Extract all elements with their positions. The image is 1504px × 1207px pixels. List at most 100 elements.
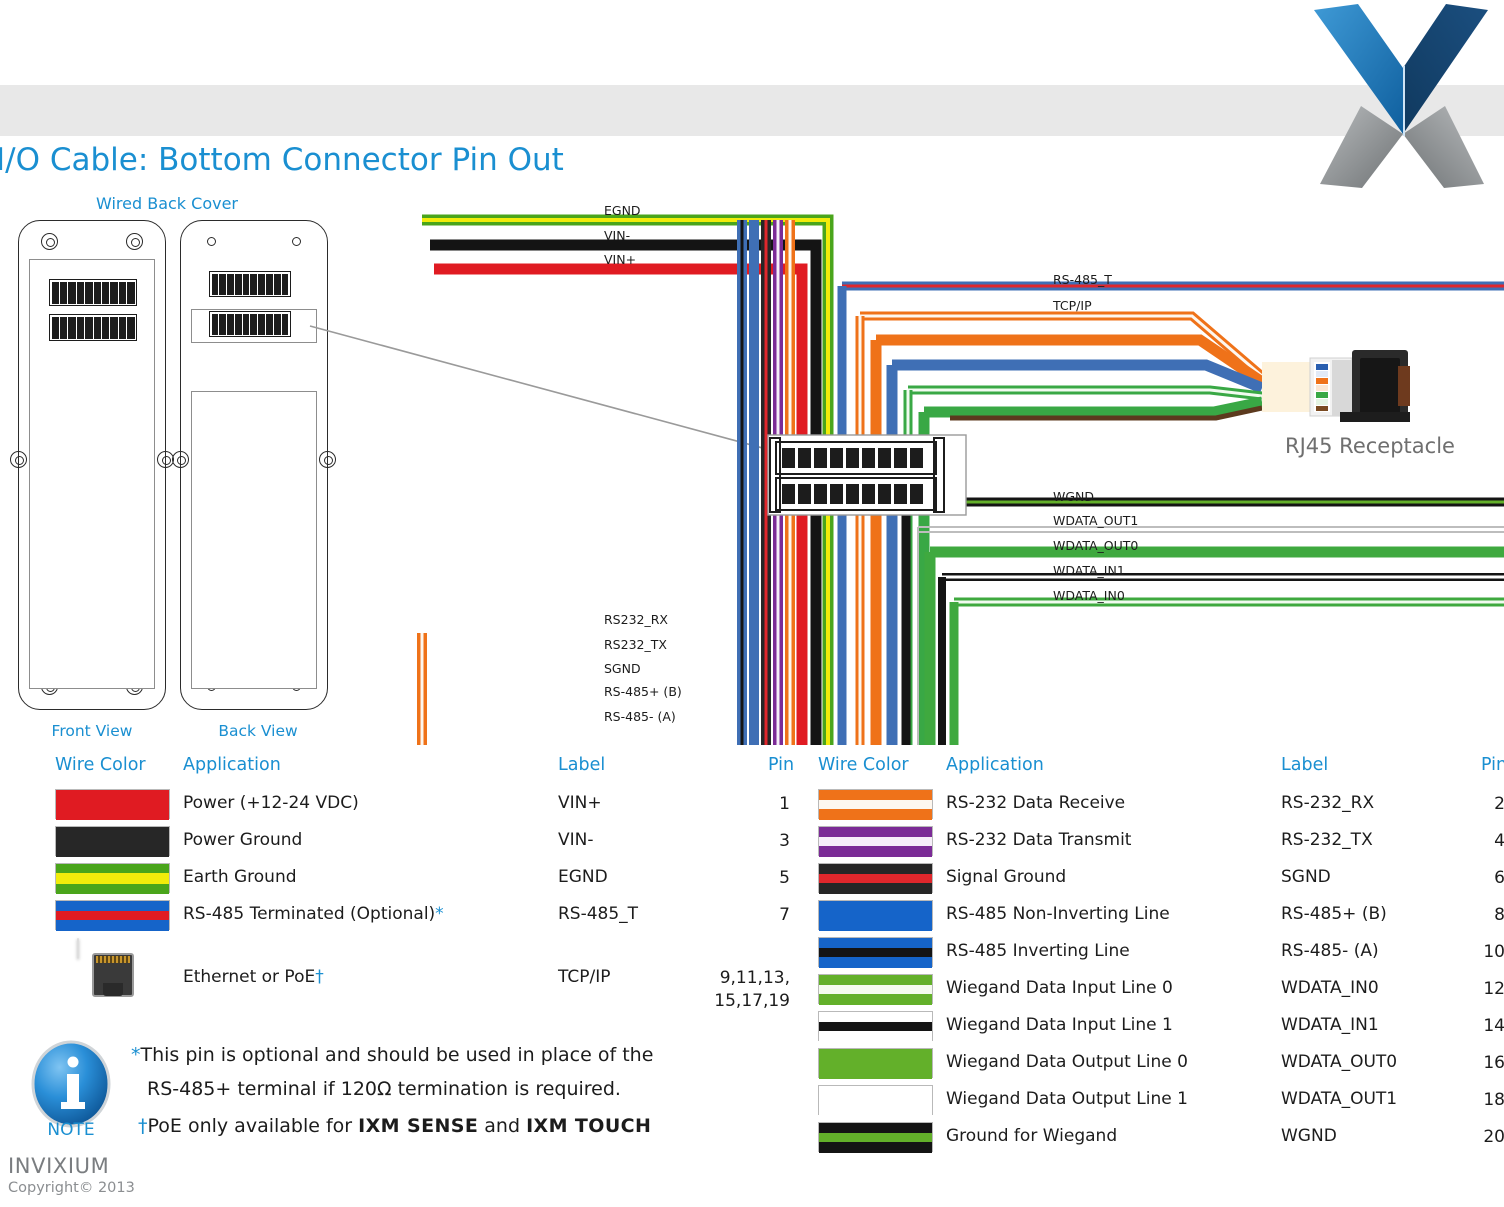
note-line-1-text: This pin is optional and should be used … xyxy=(140,1044,654,1066)
pin-cell: 7 xyxy=(779,905,790,925)
col-header-application: Application xyxy=(183,755,281,775)
pin-cell: 5 xyxy=(779,868,790,888)
wire-color-swatch xyxy=(818,826,933,857)
application-cell: RS-485 Terminated (Optional)* xyxy=(183,904,444,924)
wire-color-swatch xyxy=(818,789,933,820)
label-cell: WGND xyxy=(1281,1126,1337,1146)
label-cell: RS-485_T xyxy=(558,904,639,924)
col-header-pin: Pin xyxy=(768,755,795,775)
table-row: Earth Ground EGND 5 xyxy=(0,863,800,900)
pin-cell: 10 xyxy=(1483,942,1504,962)
table-row: RS-485 Non-Inverting Line RS-485+ (B) 8 xyxy=(815,900,1504,937)
wire-color-swatch xyxy=(55,863,170,894)
wire-label-rs232-tx: RS232_TX xyxy=(604,637,667,652)
page-title: I/O Cable: Bottom Connector Pin Out xyxy=(0,142,564,178)
note-line-3-a: PoE only available for xyxy=(147,1115,359,1137)
application-cell: RS-232 Data Receive xyxy=(946,793,1126,813)
application-cell: Wiegand Data Output Line 1 xyxy=(946,1089,1188,1109)
label-cell: RS-485+ (B) xyxy=(1281,904,1387,924)
wire-label-wdata-out0: WDATA_OUT0 xyxy=(1053,538,1139,553)
label-cell: WDATA_OUT1 xyxy=(1281,1089,1398,1109)
col-header-label: Label xyxy=(558,755,606,775)
application-cell: Signal Ground xyxy=(946,867,1067,887)
wire-color-swatch xyxy=(818,974,933,1005)
rj45-jack-icon xyxy=(77,938,134,997)
application-cell: RS-232 Data Transmit xyxy=(946,830,1132,850)
application-cell: Power Ground xyxy=(183,830,303,850)
wire-label-wdata-out1: WDATA_OUT1 xyxy=(1053,513,1139,528)
table-row: Wiegand Data Input Line 1 WDATA_IN1 14 xyxy=(815,1011,1504,1048)
label-cell: RS-485- (A) xyxy=(1281,941,1379,961)
table-row: Ground for Wiegand WGND 20 xyxy=(815,1122,1504,1159)
pin-cell: 8 xyxy=(1494,905,1504,925)
table-row: Signal Ground SGND 6 xyxy=(815,863,1504,900)
asterisk-marker: * xyxy=(131,1044,141,1066)
wire-label-egnd: EGND xyxy=(604,203,641,218)
wire-label-rs485-t: RS-485_T xyxy=(1053,272,1112,287)
wire-color-swatch xyxy=(818,1085,933,1116)
wiring-diagram xyxy=(417,214,1504,745)
col-header-label: Label xyxy=(1281,755,1329,775)
note-line-1: *This pin is optional and should be used… xyxy=(131,1044,653,1066)
model-name-sense: IXM SENSE xyxy=(358,1115,479,1137)
header-band xyxy=(0,85,1504,136)
wire-label-wgnd: WGND xyxy=(1053,489,1095,504)
application-cell: Earth Ground xyxy=(183,867,297,887)
table-row: RS-232 Data Receive RS-232_RX 2 xyxy=(815,789,1504,826)
table-row: Wiegand Data Output Line 0 WDATA_OUT0 16 xyxy=(815,1048,1504,1085)
pin-cell: 18 xyxy=(1483,1090,1504,1110)
note-line-2: RS-485+ terminal if 120Ω termination is … xyxy=(147,1078,621,1100)
dagger-marker: † xyxy=(138,1115,148,1137)
application-cell: Wiegand Data Output Line 0 xyxy=(946,1052,1188,1072)
wire-color-swatch xyxy=(818,1122,933,1153)
wire-color-swatch xyxy=(818,900,933,931)
pin-cell: 20 xyxy=(1483,1127,1504,1147)
application-cell: RS-485 Non-Inverting Line xyxy=(946,904,1170,924)
label-cell: EGND xyxy=(558,867,608,887)
pin-cell: 16 xyxy=(1483,1053,1504,1073)
application-cell: Ground for Wiegand xyxy=(946,1126,1118,1146)
footnote-marker: † xyxy=(315,967,324,987)
application-cell: Ethernet or PoE† xyxy=(183,967,324,987)
wire-label-tcpip: TCP/IP xyxy=(1053,298,1092,313)
label-cell: VIN- xyxy=(558,830,594,850)
wire-color-swatch xyxy=(55,826,170,857)
pinout-table-right: Wire Color Application Label Pin RS-232 … xyxy=(815,755,1504,1159)
table-row: RS-485 Inverting Line RS-485- (A) 10 xyxy=(815,937,1504,974)
wire-label-vin-plus: VIN+ xyxy=(604,252,637,267)
wire-color-swatch xyxy=(818,937,933,968)
note-line-3-b: and xyxy=(478,1115,527,1137)
application-cell: Wiegand Data Input Line 1 xyxy=(946,1015,1173,1035)
col-header-pin: Pin xyxy=(1481,755,1504,775)
application-cell: RS-485 Inverting Line xyxy=(946,941,1130,961)
table-row: Ethernet or PoE† TCP/IP 9,11,13, 15,17,19 xyxy=(0,937,800,1023)
wire-color-swatch xyxy=(818,863,933,894)
wire-color-swatch xyxy=(55,900,170,931)
wire-label-rs232-rx: RS232_RX xyxy=(604,612,668,627)
model-name-touch: IXM TOUCH xyxy=(526,1115,652,1137)
invixium-logo-icon xyxy=(1306,2,1496,192)
table-row: Power Ground VIN- 3 xyxy=(0,826,800,863)
label-cell: WDATA_OUT0 xyxy=(1281,1052,1398,1072)
wire-label-vin-minus: VIN- xyxy=(604,228,631,243)
wire-label-sgnd: SGND xyxy=(604,661,641,676)
col-header-wire-color: Wire Color xyxy=(55,755,146,775)
application-cell: Power (+12-24 VDC) xyxy=(183,793,359,813)
table-row: Power (+12-24 VDC) VIN+ 1 xyxy=(0,789,800,826)
footer-brand: INVIXIUM xyxy=(8,1154,110,1178)
pin-cell: 14 xyxy=(1483,1016,1504,1036)
pin-cell: 1 xyxy=(779,794,790,814)
table-right-rows: RS-232 Data Receive RS-232_RX 2 RS-232 Data… xyxy=(815,789,1504,1159)
label-cell: RS-232_RX xyxy=(1281,793,1375,813)
footer-copyright: Copyright© 2013 xyxy=(8,1180,135,1196)
table-row: Wiegand Data Output Line 1 WDATA_OUT1 18 xyxy=(815,1085,1504,1122)
wire-color-swatch xyxy=(818,1011,933,1042)
info-note-icon xyxy=(27,1040,115,1130)
table-left-rows: Power (+12-24 VDC) VIN+ 1 Power Ground VIN- 3… xyxy=(0,789,800,1023)
label-cell: WDATA_IN0 xyxy=(1281,978,1379,998)
pinout-table-left: Wire Color Application Label Pin Power (… xyxy=(0,755,800,1023)
pin-cell: 6 xyxy=(1494,868,1504,888)
wire-label-rs485-minus: RS-485- (A) xyxy=(604,709,676,724)
wire-label-wdata-in0: WDATA_IN0 xyxy=(1053,588,1125,603)
application-cell: Wiegand Data Input Line 0 xyxy=(946,978,1173,998)
